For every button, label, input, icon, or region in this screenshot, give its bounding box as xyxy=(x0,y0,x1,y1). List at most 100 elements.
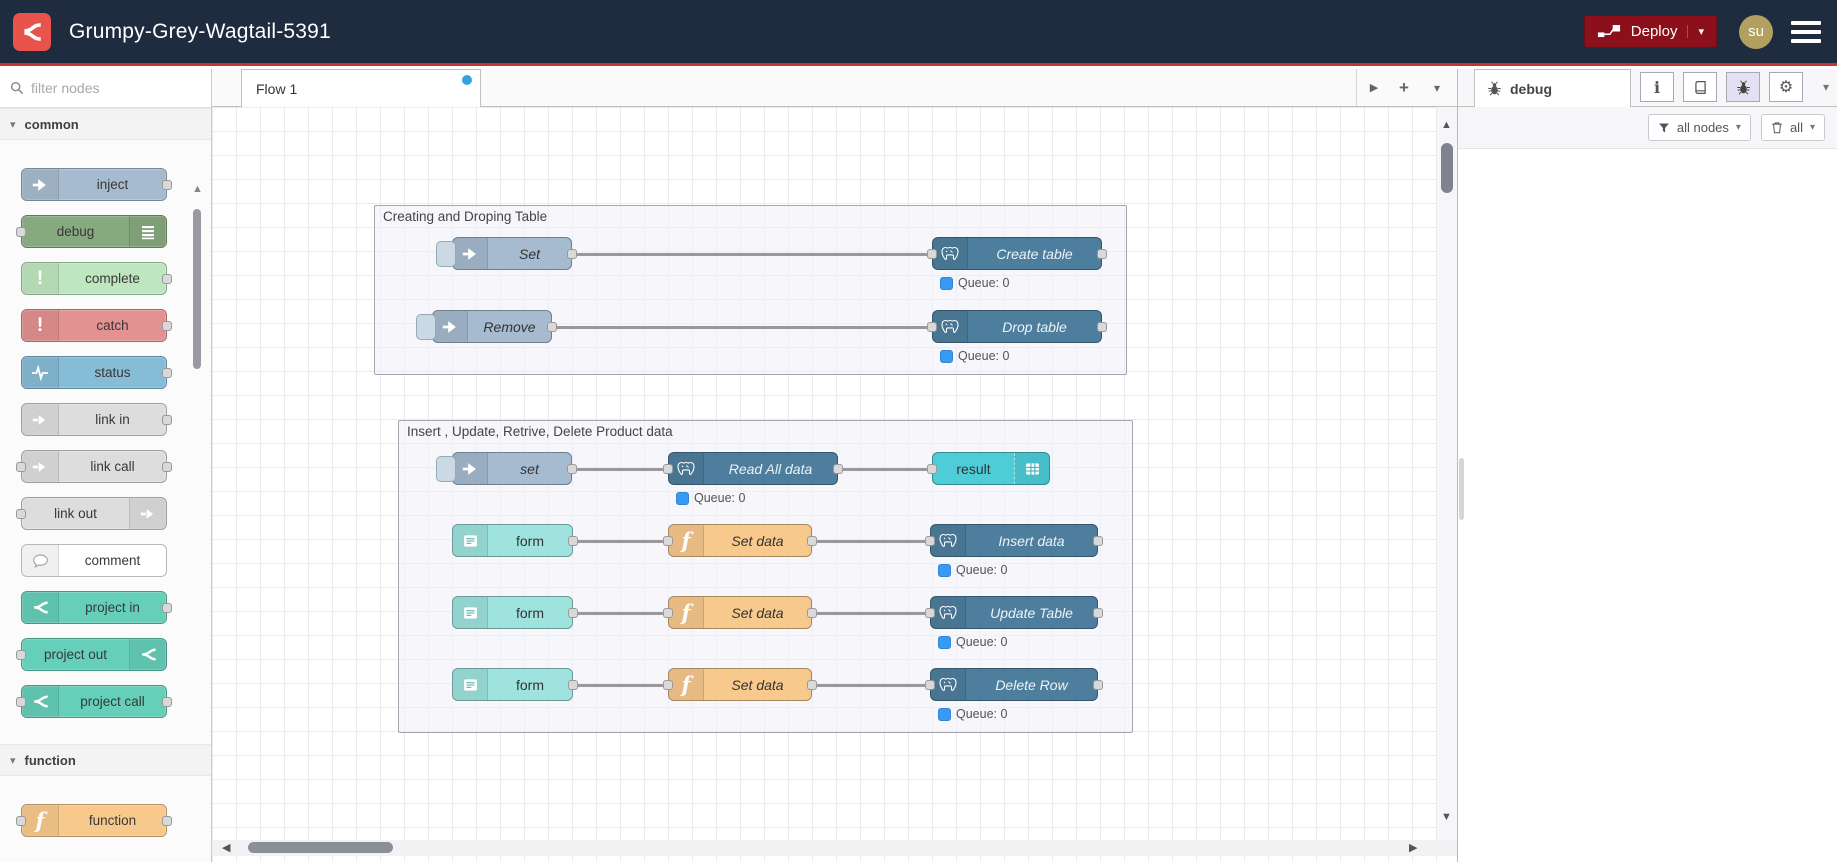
node-output-port[interactable] xyxy=(162,696,172,707)
node-output-port[interactable] xyxy=(162,273,172,284)
palette-node-inject[interactable]: inject xyxy=(21,168,172,201)
scroll-right-icon[interactable]: ▶ xyxy=(1409,841,1417,854)
node-input-port[interactable] xyxy=(663,679,673,690)
add-flow-icon[interactable]: + xyxy=(1391,69,1417,106)
node-input-port[interactable] xyxy=(925,679,935,690)
node-output-port[interactable] xyxy=(162,367,172,378)
flow-node-set-data[interactable]: f Set data xyxy=(663,524,817,557)
node-input-port[interactable] xyxy=(925,535,935,546)
debug-tab-button[interactable] xyxy=(1726,72,1760,102)
node-output-port[interactable] xyxy=(807,535,817,546)
flow-node-remove[interactable]: Remove xyxy=(416,310,557,343)
node-output-port[interactable] xyxy=(1097,248,1107,259)
flow-node-delete-row[interactable]: Delete Row xyxy=(925,668,1103,701)
node-output-port[interactable] xyxy=(833,463,843,474)
palette-node-project-out[interactable]: project out xyxy=(16,638,167,671)
node-input-port[interactable] xyxy=(925,607,935,618)
node-output-port[interactable] xyxy=(568,535,578,546)
flow-canvas[interactable]: Creating and Droping Table Insert , Updat… xyxy=(212,107,1437,862)
node-output-port[interactable] xyxy=(807,607,817,618)
palette-filter-input[interactable] xyxy=(31,80,181,96)
node-input-port[interactable] xyxy=(16,815,26,826)
palette-scrollbar-thumb[interactable] xyxy=(193,209,201,369)
palette-node-link-call[interactable]: link call xyxy=(16,450,172,483)
node-output-port[interactable] xyxy=(162,815,172,826)
node-output-port[interactable] xyxy=(162,179,172,190)
horizontal-scrollbar-thumb[interactable] xyxy=(248,842,393,853)
node-output-port[interactable] xyxy=(162,320,172,331)
scroll-down-icon[interactable]: ▼ xyxy=(1441,811,1452,823)
node-input-port[interactable] xyxy=(927,321,937,332)
node-output-port[interactable] xyxy=(567,248,577,259)
node-input-port[interactable] xyxy=(16,649,26,660)
flow-node-form[interactable]: form xyxy=(452,668,578,701)
palette-node-project-call[interactable]: project call xyxy=(16,685,172,718)
flow-node-result[interactable]: result xyxy=(927,452,1050,485)
flow-node-set-data[interactable]: f Set data xyxy=(663,596,817,629)
flow-node-create-table[interactable]: Create table xyxy=(927,237,1107,270)
flow-node-insert-data[interactable]: Insert data xyxy=(925,524,1103,557)
inject-button[interactable] xyxy=(436,456,456,482)
node-input-port[interactable] xyxy=(663,535,673,546)
palette-node-function[interactable]: f function xyxy=(16,804,172,837)
deploy-button[interactable]: Deploy ▾ xyxy=(1583,15,1717,48)
debug-filter-button[interactable]: all nodes ▾ xyxy=(1647,114,1751,141)
palette-node-catch[interactable]: ! catch xyxy=(21,309,172,342)
debug-clear-button[interactable]: all ▾ xyxy=(1760,114,1825,141)
node-output-port[interactable] xyxy=(807,679,817,690)
palette-node-project-in[interactable]: project in xyxy=(21,591,172,624)
node-input-port[interactable] xyxy=(663,463,673,474)
palette-node-complete[interactable]: ! complete xyxy=(21,262,172,295)
flow-node-set-data[interactable]: f Set data xyxy=(663,668,817,701)
flow-group-creating-and-droping-table[interactable]: Creating and Droping Table xyxy=(374,205,1127,375)
flow-list-caret-icon[interactable]: ▾ xyxy=(1424,69,1450,106)
node-output-port[interactable] xyxy=(1097,321,1107,332)
info-tab-button[interactable]: i xyxy=(1640,72,1674,102)
main-menu-icon[interactable] xyxy=(1791,20,1821,43)
flow-node-form[interactable]: form xyxy=(452,596,578,629)
node-output-port[interactable] xyxy=(568,679,578,690)
inject-button[interactable] xyxy=(436,241,456,267)
scroll-up-icon[interactable]: ▲ xyxy=(1441,119,1452,131)
palette-node-debug[interactable]: debug xyxy=(16,215,167,248)
vertical-scrollbar-thumb[interactable] xyxy=(1441,143,1453,193)
palette-category-function[interactable]: ▾ function xyxy=(0,744,211,776)
node-input-port[interactable] xyxy=(16,696,26,707)
node-output-port[interactable] xyxy=(162,414,172,425)
flow-node-set[interactable]: Set xyxy=(436,237,577,270)
palette-node-status[interactable]: status xyxy=(21,356,172,389)
node-input-port[interactable] xyxy=(663,607,673,618)
node-output-port[interactable] xyxy=(567,463,577,474)
palette-node-link-out[interactable]: link out xyxy=(16,497,167,530)
node-output-port[interactable] xyxy=(1093,607,1103,618)
node-output-port[interactable] xyxy=(162,602,172,613)
node-output-port[interactable] xyxy=(547,321,557,332)
node-output-port[interactable] xyxy=(568,607,578,618)
tab-debug[interactable]: debug xyxy=(1474,69,1631,107)
next-tab-icon[interactable]: ▶ xyxy=(1361,69,1387,106)
sidebar-resize-grip[interactable] xyxy=(1459,458,1464,520)
deploy-options-caret-icon[interactable]: ▾ xyxy=(1687,25,1704,38)
tab-flow-1[interactable]: Flow 1 xyxy=(241,69,481,107)
node-input-port[interactable] xyxy=(16,508,26,519)
node-input-port[interactable] xyxy=(16,461,26,472)
canvas-horizontal-scrollbar[interactable]: ◀ ▶ xyxy=(212,840,1457,856)
flow-node-read-all-data[interactable]: Read All data xyxy=(663,452,843,485)
scroll-left-icon[interactable]: ◀ xyxy=(222,841,230,854)
user-avatar[interactable]: su xyxy=(1739,14,1773,49)
node-output-port[interactable] xyxy=(1093,679,1103,690)
node-output-port[interactable] xyxy=(162,461,172,472)
node-input-port[interactable] xyxy=(927,463,937,474)
help-tab-button[interactable] xyxy=(1683,72,1717,102)
settings-tab-button[interactable]: ⚙ xyxy=(1769,72,1803,102)
node-input-port[interactable] xyxy=(16,226,26,237)
flow-node-update-table[interactable]: Update Table xyxy=(925,596,1103,629)
palette-scroll-up-icon[interactable]: ▲ xyxy=(192,183,203,195)
flow-node-form[interactable]: form xyxy=(452,524,578,557)
canvas-vertical-scrollbar[interactable]: ▲ ▼ xyxy=(1437,107,1457,840)
inject-button[interactable] xyxy=(416,314,436,340)
flow-node-set[interactable]: set xyxy=(436,452,577,485)
palette-category-common[interactable]: ▾ common xyxy=(0,108,211,140)
node-input-port[interactable] xyxy=(927,248,937,259)
palette-node-comment[interactable]: comment xyxy=(21,544,167,577)
